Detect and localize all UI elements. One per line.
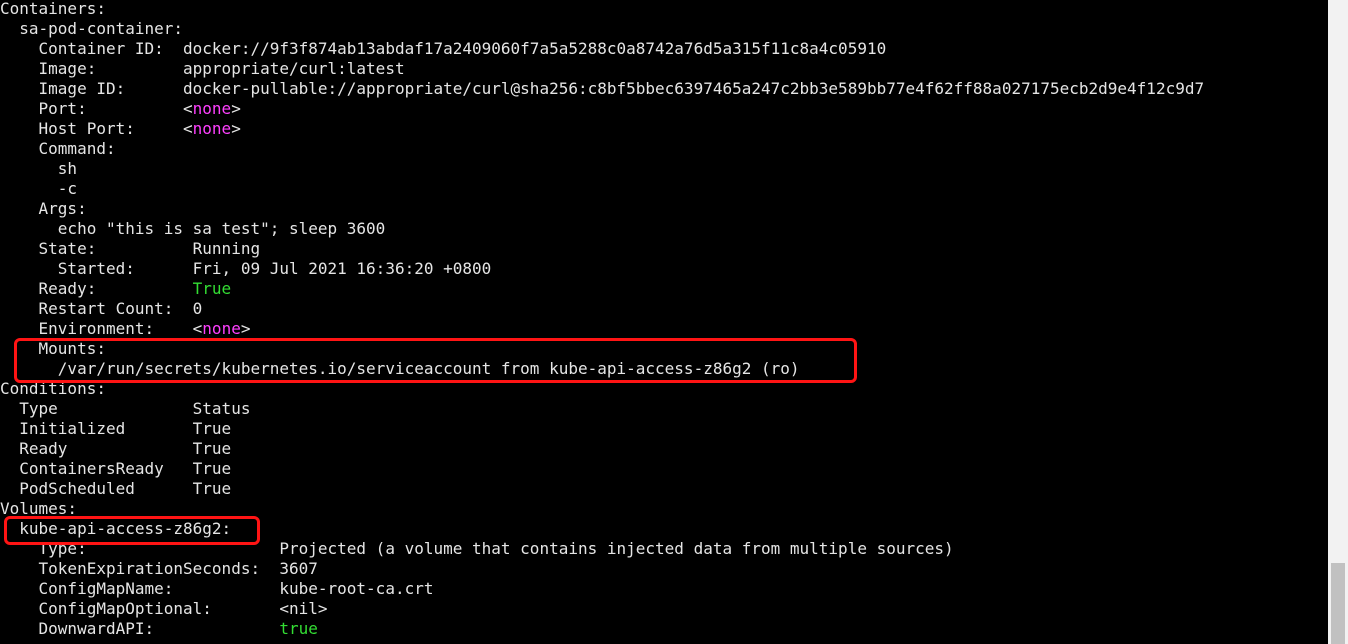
- line-text: sa-pod-container:: [0, 19, 184, 38]
- true-value: true: [279, 619, 318, 638]
- terminal-line: Ready: True: [0, 279, 232, 299]
- line-text: ConfigMapOptional: <nil>: [0, 599, 328, 618]
- line-text: >: [240, 319, 251, 338]
- line-text: Initialized True: [0, 419, 232, 438]
- line-text: >: [231, 99, 241, 118]
- line-text: Restart Count: 0: [0, 299, 203, 318]
- scrollbar-thumb[interactable]: [1331, 563, 1345, 644]
- line-text: >: [231, 119, 241, 138]
- line-text: Ready:: [0, 279, 193, 298]
- terminal-line: ConfigMapOptional: <nil>: [0, 599, 328, 619]
- line-text: Image ID: docker-pullable://appropriate/…: [0, 79, 1205, 98]
- mounts-highlight-box: [14, 338, 857, 383]
- line-text: sh: [0, 159, 78, 178]
- line-text: DownwardAPI:: [0, 619, 280, 638]
- terminal-line: Started: Fri, 09 Jul 2021 16:36:20 +0800: [0, 259, 491, 279]
- terminal-line: -c: [0, 179, 77, 199]
- line-text: Command:: [0, 139, 116, 158]
- line-text: Args:: [0, 199, 87, 218]
- terminal-line: sa-pod-container:: [0, 19, 183, 39]
- line-text: Image: appropriate/curl:latest: [0, 59, 405, 78]
- terminal-line: Port: <none>: [0, 99, 241, 119]
- line-text: echo "this is sa test"; sleep 3600: [0, 219, 386, 238]
- line-text: Started: Fri, 09 Jul 2021 16:36:20 +0800: [0, 259, 492, 278]
- terminal-line: DownwardAPI: true: [0, 619, 318, 639]
- terminal-line: Image ID: docker-pullable://appropriate/…: [0, 79, 1205, 99]
- terminal-line: Restart Count: 0: [0, 299, 203, 319]
- terminal-line: Ready True: [0, 439, 231, 459]
- terminal-line: TokenExpirationSeconds: 3607: [0, 559, 318, 579]
- none-value: none: [192, 99, 232, 118]
- volume-name-highlight-box: [4, 516, 260, 545]
- true-value: True: [192, 279, 232, 298]
- terminal-line: PodScheduled True: [0, 479, 231, 499]
- terminal-line: Environment: <none>: [0, 319, 251, 339]
- none-value: none: [192, 119, 232, 138]
- terminal-line: Image: appropriate/curl:latest: [0, 59, 405, 79]
- line-text: Container ID: docker://9f3f874ab13abdaf1…: [0, 39, 887, 58]
- terminal-line: Command:: [0, 139, 116, 159]
- terminal-line: Containers:: [0, 0, 106, 19]
- terminal-line: Type Status: [0, 399, 250, 419]
- line-text: PodScheduled True: [0, 479, 232, 498]
- terminal-window[interactable]: Containers: sa-pod-container: Container …: [0, 0, 1348, 644]
- terminal-line: sh: [0, 159, 77, 179]
- line-text: ContainersReady True: [0, 459, 232, 478]
- line-text: -c: [0, 179, 78, 198]
- line-text: ConfigMapName: kube-root-ca.crt: [0, 579, 434, 598]
- line-text: TokenExpirationSeconds: 3607: [0, 559, 318, 578]
- terminal-line: State: Running: [0, 239, 261, 259]
- line-text: Environment: <: [0, 319, 203, 338]
- line-text: Containers:: [0, 0, 106, 18]
- terminal-line: ConfigMapName: kube-root-ca.crt: [0, 579, 434, 599]
- line-text: Port: <: [0, 99, 193, 118]
- line-text: State: Running: [0, 239, 261, 258]
- terminal-line: Initialized True: [0, 419, 231, 439]
- line-text: Ready True: [0, 439, 232, 458]
- line-text: Host Port: <: [0, 119, 193, 138]
- terminal-line: echo "this is sa test"; sleep 3600: [0, 219, 386, 239]
- terminal-line: Args:: [0, 199, 87, 219]
- terminal-line: ContainersReady True: [0, 459, 231, 479]
- line-text: Type Status: [0, 399, 251, 418]
- terminal-line: Container ID: docker://9f3f874ab13abdaf1…: [0, 39, 887, 59]
- terminal-line: Host Port: <none>: [0, 119, 241, 139]
- scrollbar[interactable]: [1328, 0, 1348, 644]
- none-value: none: [202, 319, 241, 338]
